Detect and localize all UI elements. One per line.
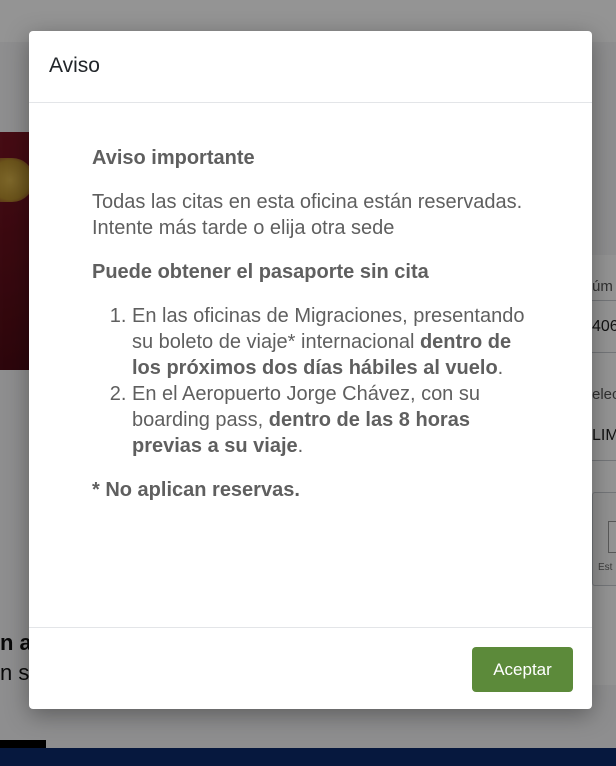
accept-button[interactable]: Aceptar xyxy=(472,647,573,692)
modal-title: Aviso xyxy=(49,54,100,77)
step-end: . xyxy=(297,435,304,457)
notice-heading: Aviso importante xyxy=(92,147,255,169)
notice-message: Todas las citas en esta oficina están re… xyxy=(92,191,523,239)
modal-footer: Aceptar xyxy=(29,627,592,709)
step-end: . xyxy=(497,357,504,379)
list-item: En las oficinas de Migraciones, presenta… xyxy=(132,303,532,381)
notice-modal: Aviso Aviso importante Todas las citas e… xyxy=(29,31,592,709)
modal-header: Aviso xyxy=(29,31,592,103)
footnote: * No aplican reservas. xyxy=(92,479,300,501)
list-item: En el Aeropuerto Jorge Chávez, con su bo… xyxy=(132,381,532,459)
no-appointment-subheading: Puede obtener el pasaporte sin cita xyxy=(92,261,429,283)
steps-list: En las oficinas de Migraciones, presenta… xyxy=(92,303,532,459)
modal-body: Aviso importante Todas las citas en esta… xyxy=(92,145,532,503)
